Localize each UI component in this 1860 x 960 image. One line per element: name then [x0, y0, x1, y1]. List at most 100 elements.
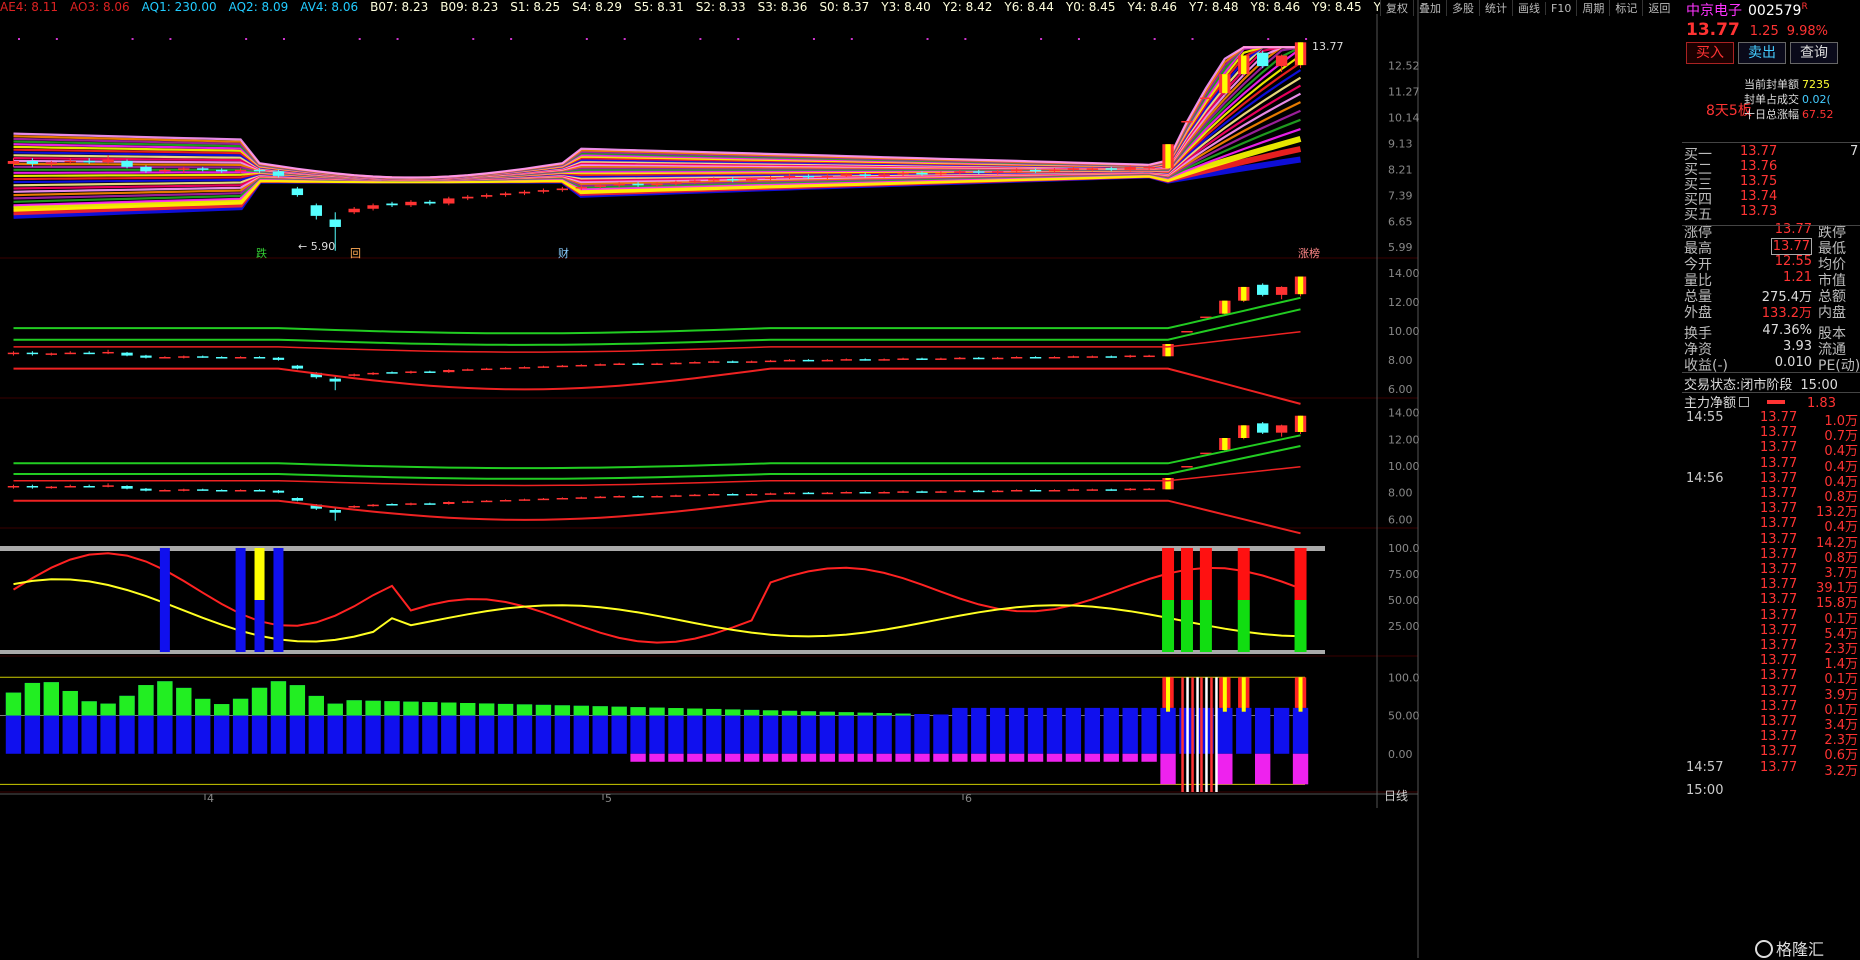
last-price: 13.77 — [1686, 20, 1740, 40]
x-axis-label: 6 — [965, 792, 972, 805]
candle-limit-mark — [1297, 42, 1304, 66]
histogram-green — [725, 709, 741, 716]
toolbar-button[interactable]: 统计 — [1479, 0, 1512, 16]
histogram-blue — [971, 707, 987, 754]
stock-code: 002579 — [1748, 3, 1802, 19]
histogram-magenta — [1084, 753, 1101, 762]
histogram-green — [346, 700, 362, 716]
signal-dot — [1305, 38, 1308, 40]
candle-body — [480, 195, 493, 197]
p3-ma-line — [13, 465, 1301, 487]
signal-red-bar — [1199, 548, 1212, 600]
candle-body — [594, 185, 606, 187]
stat-value: 47.36% — [1762, 323, 1812, 338]
tick-price: 13.77 — [1760, 607, 1798, 623]
candle-p2-limit-mark — [1241, 286, 1247, 301]
signal-red-bar — [1180, 548, 1193, 600]
histogram-green — [554, 705, 571, 716]
toolbar-button[interactable]: 画线 — [1512, 0, 1545, 16]
axis-tick-label: 12.52 — [1388, 60, 1420, 73]
axis-tick-label: 8.21 — [1388, 164, 1413, 177]
candle-body — [1200, 97, 1212, 100]
tick-price: 13.77 — [1760, 410, 1798, 425]
histogram-blue — [1008, 707, 1025, 754]
candle-p3-body — [1010, 490, 1023, 492]
buy-button[interactable]: 买入 — [1686, 42, 1734, 64]
candle-p2-body — [480, 368, 493, 371]
signal-dot — [282, 38, 285, 40]
orderbook-price: 13.75 — [1740, 174, 1778, 189]
histogram-green — [819, 711, 836, 716]
signal-green-bar — [1180, 600, 1193, 652]
candle-p3-body — [1275, 425, 1288, 433]
event-tag: 财 — [558, 246, 569, 260]
candle-p3-body — [178, 489, 190, 491]
tick-price: 13.77 — [1760, 546, 1798, 562]
toolbar-button[interactable]: 返回 — [1642, 0, 1675, 16]
signal-dot — [472, 38, 475, 40]
histogram-magenta — [668, 753, 684, 762]
candle-p3-body — [1181, 466, 1193, 468]
histogram-blue — [933, 714, 949, 754]
histogram-magenta — [990, 753, 1006, 762]
candle-p2-limit-mark — [1165, 344, 1171, 357]
candle-body — [973, 171, 985, 173]
candle-body — [1048, 169, 1061, 172]
candle-p3-body — [859, 492, 871, 494]
toolbar-button[interactable]: 标记 — [1609, 0, 1642, 16]
candle-p2-body — [102, 351, 114, 354]
limit-stripe — [1210, 677, 1213, 792]
signal-dot — [131, 38, 134, 40]
main-chart-area[interactable]: 12.52 11.27 10.14 9.13 8.21 7.39 6.65 5.99 13.77… — [0, 0, 1420, 958]
stat-value: 3.93 — [1783, 339, 1812, 354]
tick-price: 13.77 — [1760, 516, 1798, 532]
candle-p2-body — [727, 361, 739, 363]
sell-button[interactable]: 卖出 — [1738, 42, 1786, 64]
histogram-magenta — [952, 753, 968, 762]
axis-tick-label: 11.27 — [1388, 86, 1420, 99]
signal-dot — [585, 38, 588, 40]
candle-p3-body — [1105, 489, 1117, 491]
orderbook-price: 13.74 — [1740, 189, 1778, 204]
candle-p2-body — [64, 352, 76, 355]
histogram-blue — [1103, 707, 1119, 754]
seal-value: 7235 — [1802, 78, 1830, 91]
histogram-green — [687, 708, 703, 716]
query-button[interactable]: 查询 — [1790, 42, 1838, 64]
tick-price: 13.77 — [1760, 440, 1798, 456]
candle-p2-body — [178, 356, 190, 358]
candle-body — [613, 183, 625, 186]
candle-p2-body — [1124, 355, 1136, 358]
candle-p2-body — [1275, 286, 1288, 295]
candle-p2-body — [386, 372, 398, 374]
tick-time: 15:00 — [1686, 782, 1724, 798]
limit-stripe — [1215, 677, 1218, 792]
tick-price: 13.77 — [1760, 638, 1798, 653]
signal-green-bar — [1199, 600, 1212, 652]
axis-tick-label: 5.99 — [1388, 241, 1413, 254]
watermark: 格隆汇 — [1755, 936, 1824, 960]
histogram-blue — [1236, 707, 1252, 754]
signal-dot — [926, 38, 929, 40]
candle-body — [954, 171, 966, 173]
toolbar-button[interactable]: 周期 — [1576, 0, 1609, 16]
candle-body — [916, 172, 928, 175]
candle-p3-body — [159, 490, 171, 492]
histogram-green — [308, 695, 324, 716]
histogram-magenta — [876, 753, 892, 762]
candle-p3-body — [462, 501, 474, 503]
candle-p3-body — [518, 499, 531, 501]
candle-p2-body — [253, 357, 266, 359]
axis-tick-label: 75.00 — [1388, 568, 1420, 581]
axis-tick-label: 10.00 — [1388, 460, 1420, 473]
toolbar-button[interactable]: F10 — [1545, 2, 1576, 15]
p2-upper-band — [13, 296, 1301, 335]
main-net-value: 1.83 — [1807, 396, 1836, 411]
histogram-blue — [819, 711, 836, 754]
candle-body — [499, 193, 512, 196]
toolbar-button[interactable]: 多股 — [1446, 0, 1479, 16]
candle-p2-body — [935, 358, 947, 360]
candle-limit-mark — [1165, 144, 1171, 169]
histogram-green — [138, 685, 154, 716]
candle-p2-body — [802, 359, 815, 362]
